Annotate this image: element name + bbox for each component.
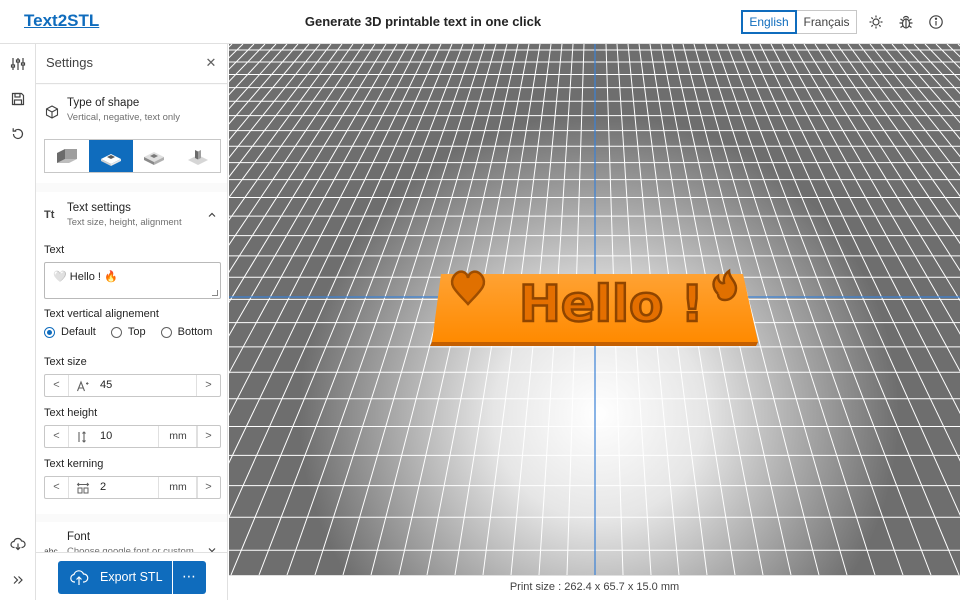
text-height-stepper[interactable]: < 10 mm > <box>44 425 221 448</box>
radio-default-label[interactable]: Default <box>61 326 96 338</box>
chevron-up-icon[interactable] <box>206 209 218 221</box>
shape-section-title[interactable]: Type of shape <box>67 97 139 109</box>
text-kerning-label: Text kerning <box>44 458 104 470</box>
shape-selector <box>44 139 221 173</box>
panel-header: Settings ✕ <box>36 44 227 84</box>
shape-vertical-button[interactable] <box>45 140 89 172</box>
vertical-alignment-label: Text vertical alignement <box>44 308 159 320</box>
radio-default[interactable] <box>44 326 55 338</box>
app-header: Text2STL Generate 3D printable text in o… <box>0 0 960 44</box>
text-label: Text <box>44 244 65 256</box>
chevron-right-icon[interactable]: > <box>196 426 220 447</box>
shape-negative-button[interactable] <box>88 140 133 172</box>
3d-viewport[interactable]: Hello ! <box>229 44 960 575</box>
resize-handle[interactable] <box>212 290 218 296</box>
radio-top[interactable] <box>110 326 122 338</box>
chevron-right-icon[interactable]: > <box>196 375 220 396</box>
radio-bottom[interactable] <box>160 326 172 338</box>
model-text: Hello ! <box>519 275 704 333</box>
shape-plate-icon <box>144 152 165 165</box>
font-section-title[interactable]: Font <box>67 531 90 543</box>
radio-bottom-label[interactable]: Bottom <box>178 326 213 338</box>
shape-vertical-icon <box>56 149 77 163</box>
text-kerning-stepper[interactable]: < 2 mm > <box>44 476 221 499</box>
kerning-icon <box>76 482 90 494</box>
text-settings-title[interactable]: Text settings <box>67 202 131 214</box>
save-icon[interactable] <box>10 91 26 107</box>
shape-section: Type of shape Vertical, negative, text o… <box>36 85 227 183</box>
bug-icon[interactable] <box>898 14 914 30</box>
export-stl-button[interactable]: Export STL ⋯ <box>58 561 206 594</box>
download-cloud-icon[interactable] <box>10 536 26 552</box>
shape-text-only-icon <box>188 150 209 165</box>
text-kerning-value[interactable]: 2 <box>100 481 106 493</box>
height-icon <box>78 431 86 443</box>
text-input[interactable]: 🤍 Hello ! 🔥 <box>44 262 221 299</box>
lang-french-button[interactable]: Français <box>797 10 857 34</box>
cloud-upload-icon <box>70 570 89 585</box>
radio-top-label[interactable]: Top <box>128 326 146 338</box>
scene-canvas: Hello ! <box>229 44 960 575</box>
text-input-value: 🤍 Hello ! 🔥 <box>53 271 118 283</box>
export-bar: Export STL ⋯ <box>36 552 227 600</box>
cube-icon <box>45 105 59 119</box>
export-stl-label: Export STL <box>100 570 163 584</box>
expand-icon[interactable] <box>10 572 26 588</box>
shape-plate-button[interactable] <box>133 140 177 172</box>
text-plate-model[interactable]: Hello ! <box>430 268 758 346</box>
settings-sliders-icon[interactable] <box>10 56 26 72</box>
panel-title: Settings <box>46 55 93 70</box>
page-title: Generate 3D printable text in one click <box>304 14 542 29</box>
text-height-value[interactable]: 10 <box>100 430 112 442</box>
chevron-left-icon[interactable]: < <box>45 477 69 498</box>
sun-icon[interactable] <box>868 14 884 30</box>
text-size-value[interactable]: 45 <box>100 379 112 391</box>
text-settings-subtitle: Text size, height, alignment <box>67 217 182 228</box>
shape-negative-icon <box>100 154 121 166</box>
close-icon[interactable]: ✕ <box>203 55 219 71</box>
side-rail <box>0 44 36 600</box>
chevron-left-icon[interactable]: < <box>45 375 69 396</box>
settings-panel: Settings ✕ Type of shape Vertical, negat… <box>36 44 228 600</box>
font-section: abc Font Choose google font or custom <box>36 522 227 557</box>
info-icon[interactable] <box>928 14 944 30</box>
shape-section-subtitle: Vertical, negative, text only <box>67 112 181 123</box>
text-size-icon: Tt <box>44 209 55 221</box>
text-size-label: Text size <box>44 356 87 368</box>
text-height-label: Text height <box>44 407 98 419</box>
reset-icon[interactable] <box>10 126 26 142</box>
vertical-alignment-group: Default Top Bottom <box>44 325 227 339</box>
print-size-status: Print size : 262.4 x 65.7 x 15.0 mm <box>229 575 960 600</box>
more-options-button[interactable]: ⋯ <box>172 561 206 594</box>
text-size-stepper[interactable]: < 45 > <box>44 374 221 397</box>
chevron-right-icon[interactable]: > <box>196 477 220 498</box>
text-kerning-unit: mm <box>158 477 198 498</box>
lang-english-button[interactable]: English <box>741 10 797 34</box>
text-height-unit: mm <box>158 426 198 447</box>
chevron-left-icon[interactable]: < <box>45 426 69 447</box>
shape-text-only-button[interactable] <box>176 140 220 172</box>
font-size-icon <box>76 380 89 392</box>
language-switcher: English Français <box>741 10 857 34</box>
